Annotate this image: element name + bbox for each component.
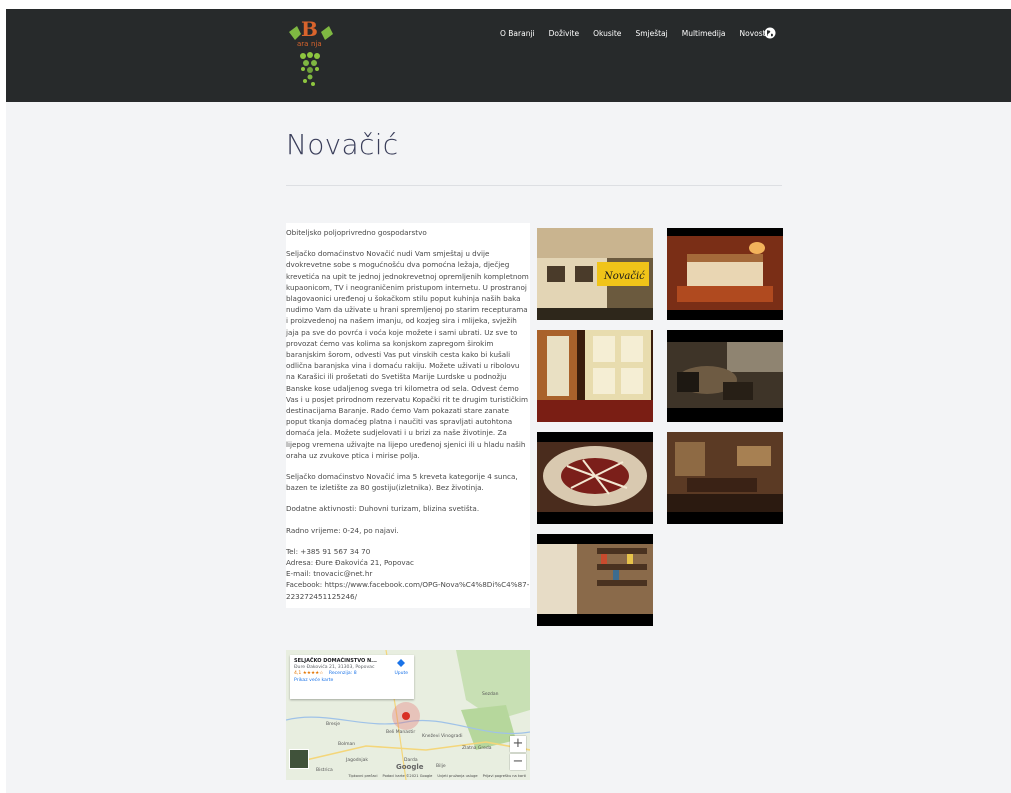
page-title: Novačić [286,128,399,161]
description-paragraph: Seljačko domaćinstvo Novačić nudi Vam sm… [286,249,529,460]
globe-icon[interactable] [764,27,776,39]
map-label-sezdan: Sezdan [482,692,499,697]
activities-paragraph: Dodatne aktivnosti: Duhovni turizam, bli… [286,504,480,514]
svg-text:nja: nja [311,40,322,48]
map-label-zlatna-greda: Zlatna Greda [462,746,492,751]
svg-text:Novačić: Novačić [603,271,645,282]
map-footer: Tipkovni prečaci Podaci karte ©2021 Goog… [286,771,530,780]
map-label-bilje: Bilje [436,764,446,769]
map-label-bresje: Bresje [326,722,340,727]
contact-phone: Tel: +385 91 567 34 70 [286,546,371,556]
capacity-paragraph: Seljačko domaćinstvo Novačić ima 5 kreve… [286,472,518,493]
map-footer-terms[interactable]: Uvjeti pružanja usluge [437,774,477,778]
house-sign-photo[interactable]: Novačić [537,228,653,320]
zoom-out-button[interactable]: − [510,754,526,770]
contact-address: Adresa: Đure Đakovića 21, Popovac [286,558,414,568]
google-logo: Google [396,763,424,771]
map-label-bolman: Bolman [338,742,356,747]
embedded-map[interactable]: SELJAČKO DOMAĆINSTVO N... Đure Đakovića … [286,650,530,780]
map-label-knezevi-vinogradi: Kneževi Vinogradi [422,734,463,739]
map-place-card: SELJAČKO DOMAĆINSTVO N... Đure Đakovića … [290,655,414,699]
map-larger-link[interactable]: Prikaz veće karte [294,678,410,685]
top-navigation-bar [6,9,1011,102]
nav-item-o-baranji[interactable]: O Baranji [500,29,535,38]
food-plate-photo[interactable] [537,432,653,524]
door-photo[interactable] [537,330,653,422]
contact-email[interactable]: E-mail: tnovacic@net.hr [286,568,530,579]
nav-item-smjestaj[interactable]: Smještaj [635,29,667,38]
description-text: Obiteljsko poljoprivredno gospodarstvo S… [286,223,530,608]
map-directions-button[interactable]: Upute [394,659,408,677]
restaurant-interior-photo[interactable] [667,432,783,524]
map-footer-data: Podaci karte ©2021 Google [382,773,433,778]
main-navigation: O Baranji Doživite Okusite Smještaj Mult… [500,29,768,38]
map-reviews-link[interactable]: Recenzija: 8 [329,671,357,676]
svg-text:B: B [301,18,318,41]
map-footer-report[interactable]: Prijavi pogrešku na karti [483,774,526,778]
zoom-in-button[interactable]: + [510,736,526,752]
map-label-jagodnjak: Jagodnjak [346,758,369,763]
map-footer-shortcuts[interactable]: Tipkovni prečaci [348,774,377,778]
map-rating: 4,1 ★★★★☆ [294,671,324,676]
nav-item-dozivite[interactable]: Doživite [549,29,579,38]
grape-logo-icon[interactable]: B ara nja [283,18,339,94]
shelf-interior-photo[interactable] [537,534,653,626]
hours-paragraph: Radno vrijeme: 0-24, po najavi. [286,525,399,535]
contact-facebook[interactable]: Facebook: https://www.facebook.com/OPG-N… [286,579,530,601]
map-directions-label: Upute [394,670,408,676]
svg-text:ara: ara [297,40,308,48]
nav-item-multimedija[interactable]: Multimedija [682,29,726,38]
nav-item-okusite[interactable]: Okusite [593,29,621,38]
dining-photo[interactable] [667,330,783,422]
directions-icon [397,659,406,667]
bedroom-photo[interactable] [667,228,783,320]
satellite-toggle[interactable] [289,749,309,769]
title-divider [286,185,782,186]
map-label-beli-manastir: Beli Manastir [386,730,416,735]
farm-type: Obiteljsko poljoprivredno gospodarstvo [286,228,427,237]
